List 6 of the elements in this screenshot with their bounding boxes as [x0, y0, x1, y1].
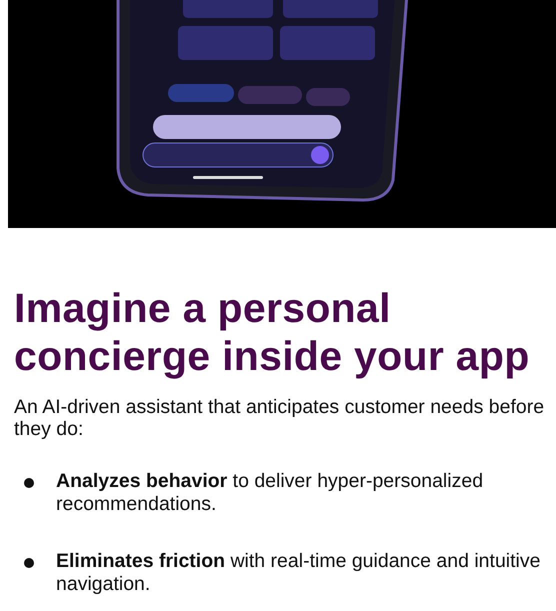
- bullet-text: Analyzes behavior to deliver hyper-personalized recommendations.: [56, 470, 484, 516]
- intro-text: An AI-driven assistant that anticipates customer needs before they do:: [14, 396, 546, 440]
- bullet-text: Eliminates friction with real-time guidance and intuitive navigation.: [56, 550, 542, 596]
- bullet-icon: [24, 478, 34, 488]
- heading: Imagine a personal concierge inside your app: [14, 284, 531, 380]
- bullet-icon: [24, 558, 34, 568]
